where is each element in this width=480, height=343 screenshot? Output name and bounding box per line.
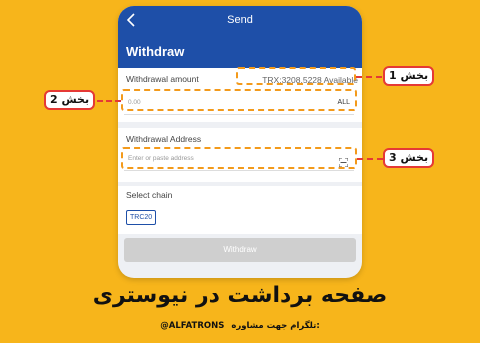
- highlight-amount-input: [121, 89, 357, 111]
- annotation-tag-1: بخش 1: [383, 66, 435, 86]
- withdraw-button[interactable]: Withdraw: [124, 238, 356, 262]
- header: Send Withdraw: [118, 6, 362, 68]
- connector-2: [97, 100, 121, 102]
- annotation-tag-3: بخش 3: [383, 148, 435, 168]
- withdrawal-amount-label: Withdrawal amount: [126, 74, 199, 84]
- highlight-address-input: [121, 147, 357, 169]
- connector-3: [357, 158, 383, 160]
- chain-option-trc20[interactable]: TRC20: [126, 210, 157, 225]
- footer-contact: @ALFATRONS تلگرام جهت مشاوره:: [0, 321, 480, 331]
- telegram-handle: @ALFATRONS: [160, 321, 225, 331]
- withdrawal-address-label: Withdrawal Address: [126, 134, 202, 144]
- footer-title: صفحه برداشت در نیوستری: [92, 283, 388, 308]
- select-chain-card: Select chain TRC20: [118, 186, 362, 234]
- connector-1: [356, 76, 382, 78]
- page-heading: Withdraw: [126, 44, 185, 59]
- select-chain-label: Select chain: [126, 190, 173, 200]
- annotation-tag-2: بخش 2: [44, 90, 96, 110]
- contact-text: تلگرام جهت مشاوره:: [231, 321, 320, 331]
- nav-title: Send: [227, 14, 253, 26]
- phone-screen: Send Withdraw Withdrawal amount TRX:3208…: [118, 6, 362, 278]
- highlight-available: [236, 67, 356, 85]
